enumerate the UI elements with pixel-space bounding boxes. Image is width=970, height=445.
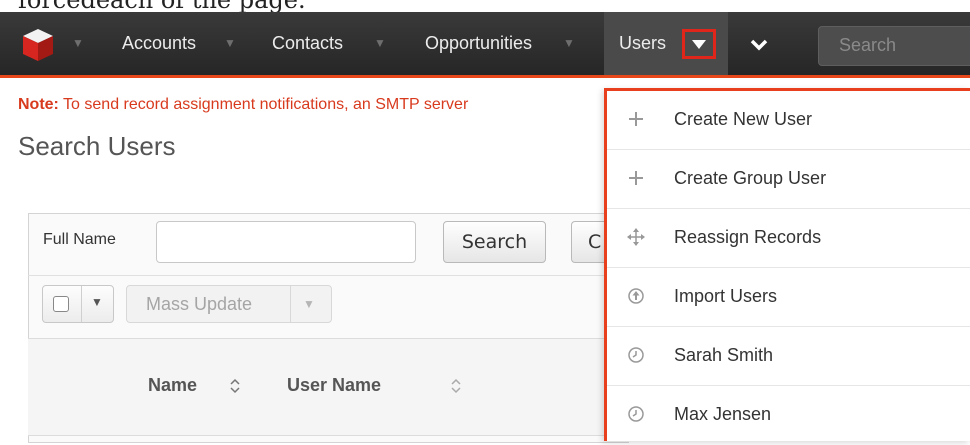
global-search-input[interactable]: Search xyxy=(818,26,970,66)
nav-users[interactable]: Users xyxy=(619,33,666,54)
contacts-caret-icon[interactable]: ▼ xyxy=(374,36,386,50)
nav-accounts[interactable]: Accounts xyxy=(122,33,196,54)
mass-update-label: Mass Update xyxy=(146,294,253,314)
menu-item-create-new-user[interactable]: Create New User xyxy=(607,91,970,150)
column-name-header[interactable]: Name xyxy=(148,375,197,396)
top-navbar: ▼ Accounts ▼ Contacts ▼ Opportunities ▼ … xyxy=(0,12,970,78)
accounts-caret-icon[interactable]: ▼ xyxy=(224,36,236,50)
column-username-header[interactable]: User Name xyxy=(287,375,381,396)
note-text: To send record assignment notifications,… xyxy=(58,96,469,113)
divider xyxy=(290,286,291,322)
sort-icon[interactable] xyxy=(449,377,463,395)
nav-opportunities[interactable]: Opportunities xyxy=(425,33,532,54)
menu-item-label: Create New User xyxy=(674,109,813,129)
home-caret-icon[interactable]: ▼ xyxy=(72,36,84,50)
divider xyxy=(81,286,82,322)
more-tabs-chevron-icon[interactable] xyxy=(748,34,770,56)
opportunities-caret-icon[interactable]: ▼ xyxy=(563,36,575,50)
menu-item-import-users[interactable]: Import Users xyxy=(607,268,970,327)
menu-item-label: Sarah Smith xyxy=(674,345,774,365)
caret-down-icon xyxy=(692,39,706,49)
select-options-caret-icon[interactable]: ▼ xyxy=(91,295,103,309)
menu-item-recent-max-jensen[interactable]: Max Jensen xyxy=(607,386,970,445)
smtp-note: Note: To send record assignment notifica… xyxy=(18,96,468,114)
menu-item-label: Reassign Records xyxy=(674,227,822,247)
plus-icon xyxy=(629,112,643,126)
users-dropdown-toggle[interactable] xyxy=(682,29,716,59)
users-dropdown-menu: Create New User Create Group User Reassi… xyxy=(604,88,970,441)
search-button[interactable]: Search xyxy=(443,221,546,263)
menu-item-create-group-user[interactable]: Create Group User xyxy=(607,150,970,209)
menu-item-reassign-records[interactable]: Reassign Records xyxy=(607,209,970,268)
clock-icon xyxy=(628,406,644,422)
mass-update-button[interactable]: Mass Update ▼ xyxy=(126,285,332,323)
page-title: Search Users xyxy=(18,131,176,161)
select-all-checkbox[interactable] xyxy=(53,296,69,312)
menu-item-recent-sarah-smith[interactable]: Sarah Smith xyxy=(607,327,970,386)
sugar-cube-logo-icon[interactable] xyxy=(20,27,56,63)
upload-circle-icon xyxy=(628,288,644,304)
sort-icon[interactable] xyxy=(228,377,242,395)
menu-item-label: Import Users xyxy=(674,286,778,306)
full-name-input[interactable] xyxy=(156,221,416,263)
note-label: Note: xyxy=(18,96,59,113)
nav-contacts[interactable]: Contacts xyxy=(272,33,343,54)
select-all-control[interactable]: ▼ xyxy=(42,285,114,323)
clock-icon xyxy=(628,347,644,363)
full-name-label: Full Name xyxy=(43,231,116,248)
menu-item-label: Create Group User xyxy=(674,168,827,188)
mass-update-caret-icon[interactable]: ▼ xyxy=(303,297,315,311)
menu-item-label: Max Jensen xyxy=(674,404,772,424)
plus-icon xyxy=(629,171,643,185)
move-arrows-icon xyxy=(627,228,645,246)
